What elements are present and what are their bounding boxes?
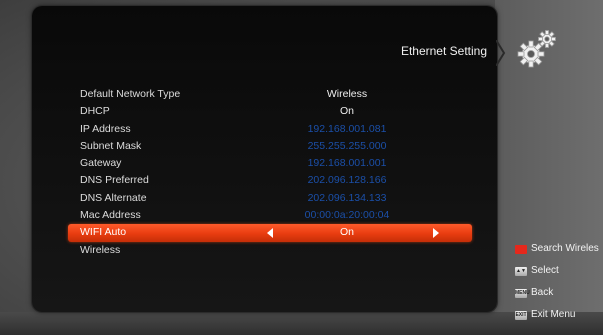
row-value: 202.096.134.133	[307, 191, 387, 204]
row-value: 255.255.255.000	[307, 139, 387, 152]
row-value: 192.168.001.081	[307, 122, 387, 135]
ethernet-setting-panel: Ethernet Setting Default Network Type Wi…	[32, 6, 497, 312]
row-label: Subnet Mask	[80, 139, 142, 152]
row-label: DNS Alternate	[80, 191, 147, 204]
legend-select-label: Select	[531, 265, 559, 276]
row-mac-address[interactable]: Mac Address 00:00:0a:20:00:04	[32, 207, 497, 224]
key-legend: Search Wireles ▲▼ Select MENU Back EXIT …	[515, 240, 599, 328]
row-value: 192.168.001.001	[307, 157, 387, 170]
legend-back-label: Back	[531, 287, 554, 298]
row-label: Default Network Type	[80, 88, 181, 100]
row-label: Gateway	[80, 157, 122, 170]
red-key-icon	[515, 244, 527, 254]
right-arrow-icon[interactable]	[433, 228, 439, 239]
settings-list: Default Network Type Wireless DHCP On IP…	[32, 86, 497, 259]
title-notch	[496, 40, 506, 66]
row-value: 202.096.128.166	[307, 174, 387, 187]
legend-exit-label: Exit Menu	[531, 309, 576, 320]
panel-title: Ethernet Setting	[400, 44, 487, 58]
updown-key-icon: ▲▼	[515, 266, 527, 276]
row-ip-address[interactable]: IP Address 192.168.001.081	[32, 121, 497, 138]
row-gateway[interactable]: Gateway 192.168.001.001	[32, 155, 497, 172]
bottom-band	[0, 312, 603, 335]
row-subnet-mask[interactable]: Subnet Mask 255.255.255.000	[32, 138, 497, 155]
row-dns-alternate[interactable]: DNS Alternate 202.096.134.133	[32, 190, 497, 207]
exit-key-icon: EXIT	[515, 310, 527, 320]
row-label: IP Address	[80, 122, 131, 135]
row-dns-preferred[interactable]: DNS Preferred 202.096.128.166	[32, 172, 497, 189]
row-value: On	[339, 105, 354, 118]
row-label: Mac Address	[80, 209, 141, 222]
row-value: On	[339, 226, 354, 239]
legend-exit[interactable]: EXIT Exit Menu	[515, 306, 599, 324]
menu-key-icon: MENU	[515, 288, 530, 298]
row-wifi-auto[interactable]: WIFI Auto On	[68, 224, 472, 242]
row-dhcp[interactable]: DHCP On	[32, 103, 497, 120]
row-label: DHCP	[80, 105, 110, 118]
legend-select[interactable]: ▲▼ Select	[515, 262, 599, 280]
legend-back[interactable]: MENU Back	[515, 284, 599, 302]
row-label: WIFI Auto	[80, 226, 127, 239]
legend-search-label: Search Wireles	[531, 243, 599, 254]
gears-icon	[517, 30, 556, 68]
row-default-network-type[interactable]: Default Network Type Wireless	[32, 86, 497, 103]
row-label: Wireless	[80, 243, 121, 256]
row-value: Wireless	[326, 88, 368, 100]
legend-search[interactable]: Search Wireles	[515, 240, 599, 258]
row-wireless[interactable]: Wireless	[32, 242, 497, 259]
row-value: 00:00:0a:20:00:04	[304, 209, 390, 222]
row-label: DNS Preferred	[80, 174, 149, 187]
